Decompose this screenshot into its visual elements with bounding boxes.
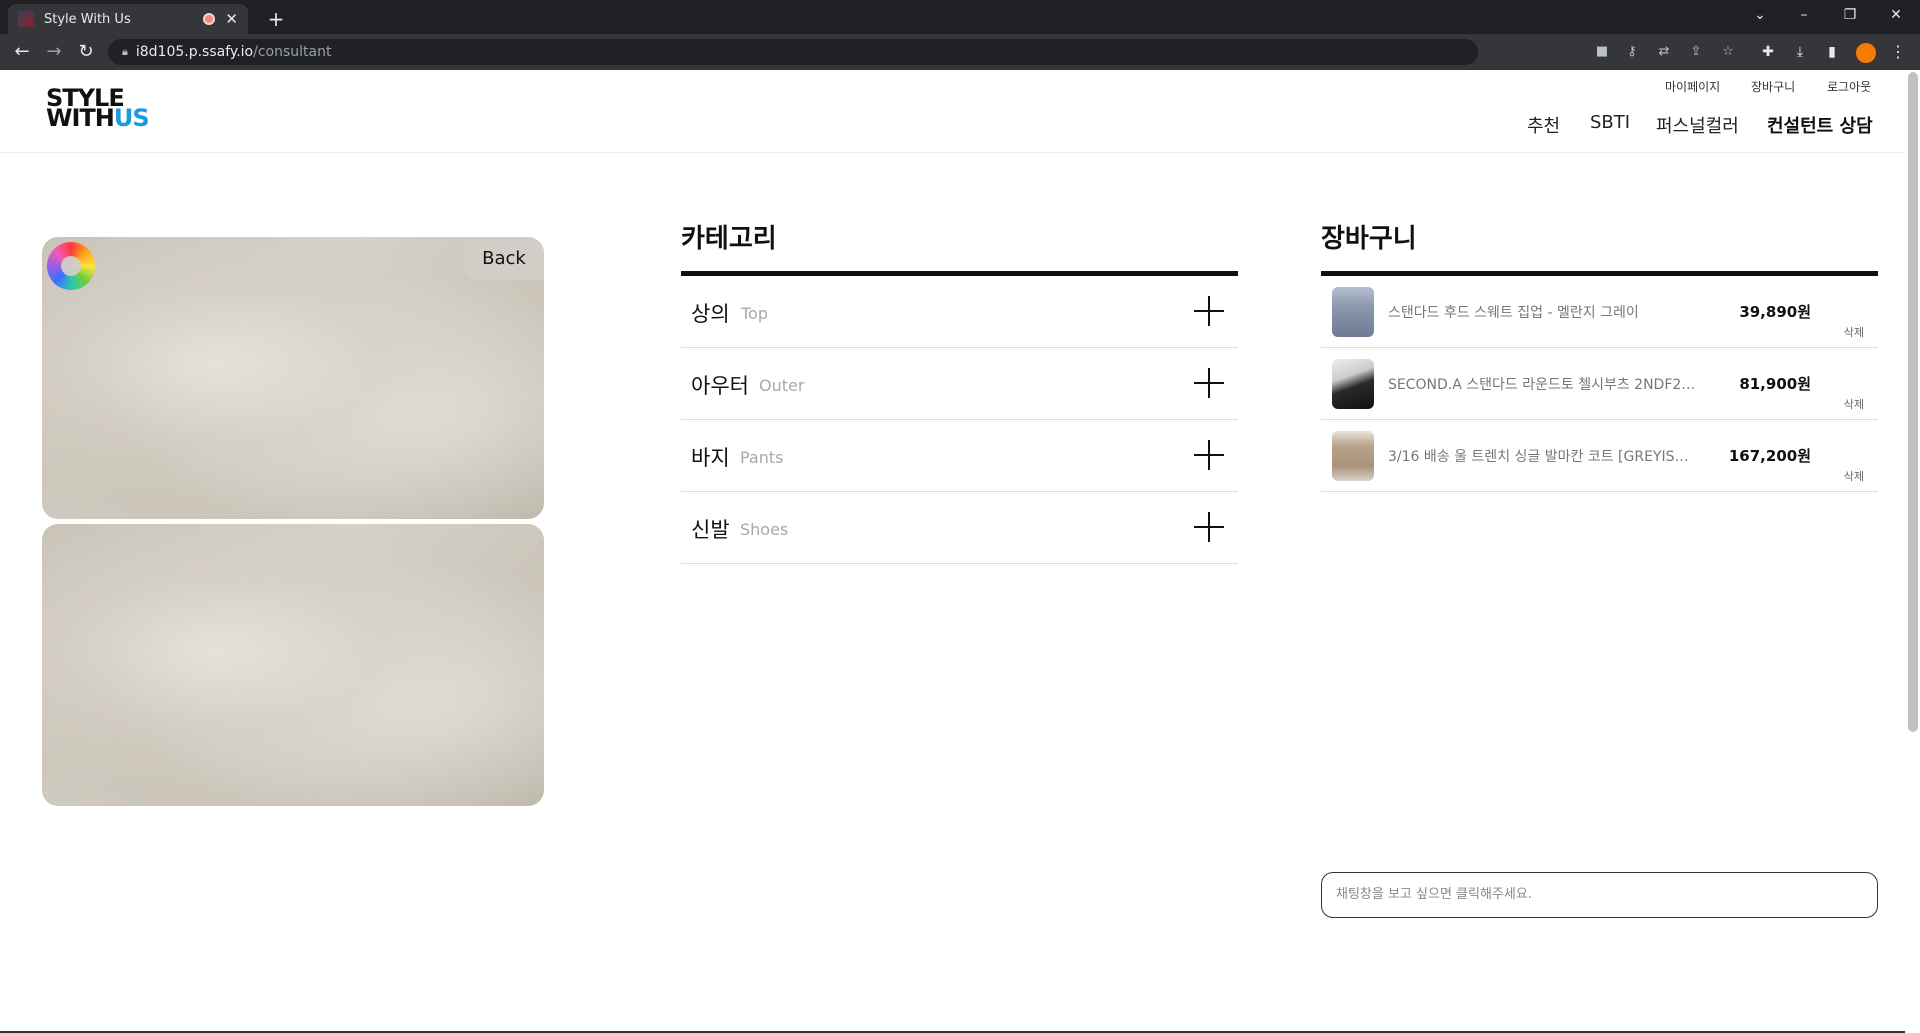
category-label-ko: 바지 [691,446,730,470]
tab-search-icon[interactable]: ⌄ [1738,0,1782,30]
cart-item-price: 167,200원 [1728,447,1811,465]
cart-item-name[interactable]: 스탠다드 후드 스웨트 집업 - 멜란지 그레이 [1388,302,1703,322]
category-label-en: Top [741,304,768,323]
top-menu-mypage[interactable]: 마이페이지 [1665,78,1720,95]
browser-tab[interactable]: Style With Us ✕ [8,4,248,34]
category-label-en: Shoes [740,520,789,539]
color-wheel-icon[interactable] [47,242,95,290]
site-favicon-icon [18,11,34,27]
category-row-pants[interactable]: 바지 Pants [681,420,1238,492]
plus-icon[interactable] [1194,440,1224,470]
new-tab-button[interactable]: + [262,6,290,34]
cart-item-thumbnail[interactable] [1332,359,1374,409]
video-feed-remote [42,524,544,806]
cart-item-delete-button[interactable]: 삭제 [1844,324,1864,340]
plus-icon[interactable] [1194,368,1224,398]
category-title: 카테고리 [681,224,777,254]
cart-title: 장바구니 [1321,224,1417,254]
extensions-icon[interactable]: ✚ [1758,42,1778,62]
download-icon[interactable]: ⤓ [1790,42,1810,62]
top-menu-cart[interactable]: 장바구니 [1751,78,1795,95]
close-window-button[interactable]: ✕ [1874,0,1918,30]
profile-avatar[interactable] [1856,43,1876,63]
side-panel-icon[interactable]: ▮ [1822,42,1842,62]
cart-item: 스탠다드 후드 스웨트 집업 - 멜란지 그레이 39,890원 삭제 [1321,276,1878,348]
nav-sbti[interactable]: SBTI [1590,112,1630,133]
category-label-ko: 아우터 [691,374,749,398]
cart-item-thumbnail[interactable] [1332,287,1374,337]
lock-icon: 🔒︎ [122,45,128,58]
restore-button[interactable]: ❐ [1828,0,1872,30]
recording-indicator-icon [203,13,216,25]
category-row-outer[interactable]: 아우터 Outer [681,348,1238,420]
video-feed-local: Back [42,237,544,519]
nav-recommend[interactable]: 추천 [1527,112,1560,138]
tab-close-icon[interactable]: ✕ [225,10,238,28]
forward-arrow-icon[interactable]: → [42,40,66,64]
cart-item-price: 39,890원 [1739,303,1811,321]
url-host: i8d105.p.ssafy.io [135,44,254,60]
camera-icon[interactable]: ■ [1592,42,1612,62]
share-icon[interactable]: ⇪ [1686,42,1706,62]
tab-title: Style With Us [44,11,131,27]
nav-personal-color[interactable]: 퍼스널컬러 [1656,112,1739,138]
logo-line-with: WITH [46,104,115,132]
reload-icon[interactable]: ↻ [74,40,98,64]
browser-menu-icon[interactable]: ⋮ [1890,42,1906,61]
back-arrow-icon[interactable]: ← [10,40,34,64]
page-scrollbar[interactable] [1908,72,1918,732]
top-menu-logout[interactable]: 로그아웃 [1827,78,1871,95]
cart-item-name[interactable]: 3/16 배송 울 트렌치 싱글 발마칸 코트 [GREYIS… [1388,446,1703,466]
browser-tab-bar: Style With Us ✕ + ⌄ – ❐ ✕ [0,0,1920,34]
site-logo[interactable]: STYLE WITHUS [46,86,156,132]
header-divider [0,152,1905,153]
plus-icon[interactable] [1194,296,1224,326]
category-label-ko: 신발 [691,518,730,542]
cart-item-delete-button[interactable]: 삭제 [1844,468,1864,484]
key-icon[interactable]: ⚷ [1622,42,1642,62]
star-icon[interactable]: ☆ [1718,42,1738,62]
cart-item-thumbnail[interactable] [1332,431,1374,481]
back-button[interactable]: Back [464,237,544,280]
category-label-en: Outer [759,376,805,395]
category-label-en: Pants [740,448,784,467]
category-label-ko: 상의 [691,302,730,326]
cart-item: 3/16 배송 울 트렌치 싱글 발마칸 코트 [GREYIS… 167,200… [1321,420,1878,492]
nav-consultant[interactable]: 컨설턴트 상담 [1767,112,1873,138]
category-row-shoes[interactable]: 신발 Shoes [681,492,1238,564]
cart-item-price: 81,900원 [1739,375,1811,393]
cart-item-name[interactable]: SECOND.A 스탠다드 라운드토 첼시부츠 2NDF2… [1388,374,1703,394]
url-path: /consultant [253,44,332,60]
minimize-button[interactable]: – [1782,0,1826,30]
logo-line-us: US [113,104,150,132]
plus-icon[interactable] [1194,512,1224,542]
address-bar: ← → ↻ 🔒︎ i8d105.p.ssafy.io /consultant ■… [0,34,1920,70]
translate-icon[interactable]: ⇄ [1654,42,1674,62]
chat-toggle-input[interactable]: 채팅창을 보고 싶으면 클릭해주세요. [1321,872,1878,918]
url-field[interactable]: 🔒︎ i8d105.p.ssafy.io /consultant [108,39,1478,65]
category-row-top[interactable]: 상의 Top [681,276,1238,348]
cart-item: SECOND.A 스탠다드 라운드토 첼시부츠 2NDF2… 81,900원 삭… [1321,348,1878,420]
cart-item-delete-button[interactable]: 삭제 [1844,396,1864,412]
